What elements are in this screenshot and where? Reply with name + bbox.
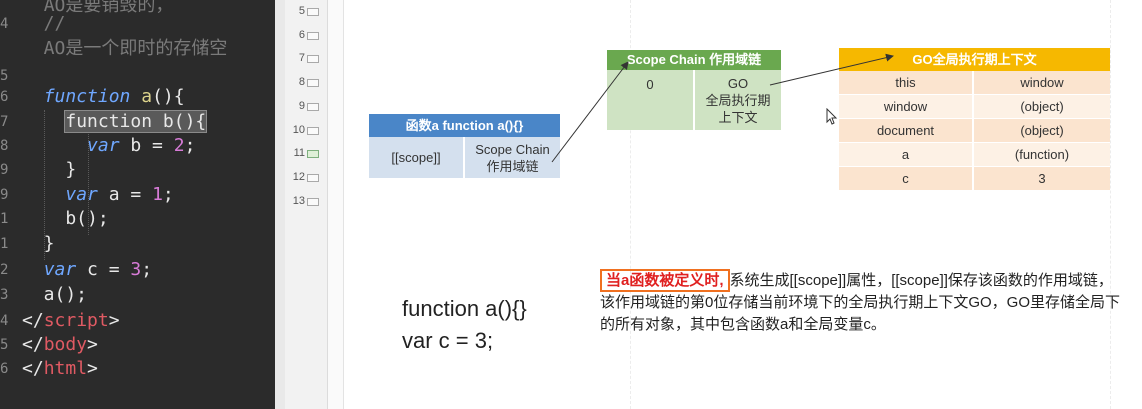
- arrow-to-go: [769, 53, 894, 86]
- mouse-cursor-icon: [826, 108, 838, 125]
- arrow-to-scope-chain: [551, 61, 629, 163]
- code-sample-line2: var c = 3;: [402, 328, 494, 353]
- pointer-arrows: [551, 53, 894, 163]
- description-highlight: 当a函数被定义时,: [600, 269, 730, 292]
- description-text: 当a函数被定义时, 系统生成[[scope]]属性，[[scope]]保存该函数的…: [600, 269, 1120, 336]
- code-sample-line1: function a(){}: [402, 296, 527, 321]
